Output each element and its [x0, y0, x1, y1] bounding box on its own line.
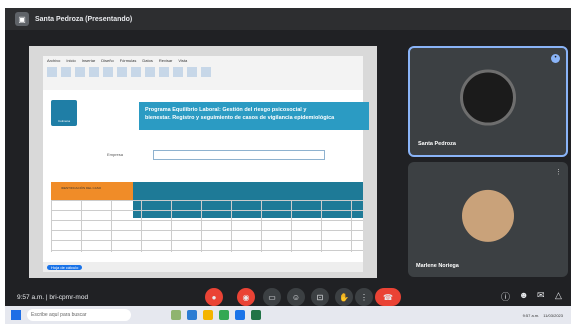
ribbon-tab: Archivo	[47, 58, 61, 63]
sheet-pill: Hoja de cálculo	[47, 264, 83, 270]
meeting-time-code: 9:57 a.m. | bri-cpmr-mod	[17, 293, 89, 301]
presenter-label: Santa Pedroza (Presentando)	[35, 15, 133, 23]
participant-tile[interactable]: ⋮ Marlene Noriega	[408, 162, 568, 277]
tool-icon	[201, 67, 211, 77]
windows-start-icon[interactable]	[11, 310, 21, 320]
excel-ribbon: Archivo Inicio Insertar Diseño Fórmulas …	[43, 56, 363, 91]
tool-icon	[131, 67, 141, 77]
chat-icon[interactable]: ✉	[537, 290, 545, 301]
taskbar-apps	[171, 310, 261, 320]
tool-icon	[47, 67, 57, 77]
band-header: IDENTIFICACIÓN DEL CASO	[61, 186, 102, 190]
tool-icon	[187, 67, 197, 77]
end-call-button[interactable]: ☎	[375, 288, 401, 306]
ribbon-tab: Diseño	[101, 58, 114, 63]
windows-taskbar: Escribe aquí para buscar 9:57 a.m. 11/03…	[5, 306, 571, 324]
company-logo: Colmena	[51, 100, 77, 126]
activities-icon[interactable]: △	[555, 290, 562, 301]
clock-time: 9:57 a.m.	[522, 312, 540, 318]
ribbon-tab: Revisar	[158, 58, 173, 63]
ribbon-tab: Datos	[142, 58, 153, 63]
app-icon[interactable]	[187, 310, 197, 320]
meet-window: ▣ Santa Pedroza (Presentando) Archivo In…	[5, 8, 571, 324]
field-label: Empresa	[107, 152, 124, 157]
emoji-button[interactable]: ☺	[287, 288, 305, 306]
speaking-icon: •	[551, 54, 560, 63]
meeting-code: bri-cpmr-mod	[49, 293, 89, 301]
ribbon-tab: Inicio	[66, 58, 76, 63]
clock-date: 11/03/2023	[543, 312, 563, 318]
participant-tile-presenter[interactable]: • Santa Pedroza	[408, 46, 568, 157]
logo-text: Colmena	[57, 119, 70, 123]
more-button[interactable]: ⋮	[355, 288, 373, 306]
info-icon[interactable]: ⓘ	[501, 290, 510, 303]
banner-line-1: Programa Equilibrio Laboral: Gestión del…	[145, 107, 307, 113]
mic-button[interactable]: ●	[205, 288, 223, 306]
more-options-icon[interactable]: ⋮	[555, 168, 562, 176]
present-button[interactable]: ⊡	[311, 288, 329, 306]
participant-name: Santa Pedroza	[418, 141, 456, 147]
camera-button[interactable]: ◉	[237, 288, 255, 306]
tool-icon	[75, 67, 85, 77]
people-icon[interactable]: ☻	[519, 290, 528, 300]
app-icon[interactable]	[235, 310, 245, 320]
ribbon-tab: Insertar	[81, 58, 96, 63]
tool-icon	[117, 67, 127, 77]
tool-icon	[89, 67, 99, 77]
presentation-icon: ▣	[15, 12, 29, 26]
tool-icon	[159, 67, 169, 77]
taskbar-search[interactable]: Escribe aquí para buscar	[27, 309, 131, 321]
avatar	[462, 189, 514, 242]
tool-icon	[173, 67, 183, 77]
ribbon-tab: Fórmulas	[119, 58, 137, 63]
app-icon[interactable]	[171, 310, 181, 320]
excel-icon[interactable]	[251, 310, 261, 320]
sheet-status-bar: Hoja de cálculo	[43, 262, 363, 272]
banner-line-2: bienestar. Registro y seguimiento de cas…	[145, 115, 335, 121]
shared-screen: Archivo Inicio Insertar Diseño Fórmulas …	[29, 46, 377, 278]
ribbon-tools	[43, 65, 363, 79]
captions-button[interactable]: ▭	[263, 288, 281, 306]
system-tray: 9:57 a.m. 11/03/2023	[523, 313, 563, 318]
ribbon-tab: Vista	[178, 58, 188, 63]
header-band: IDENTIFICACIÓN DEL CASO	[51, 182, 363, 218]
search-placeholder: Escribe aquí para buscar	[31, 312, 87, 318]
raise-hand-button[interactable]: ✋	[335, 288, 353, 306]
field-box	[153, 150, 325, 160]
participant-name: Marlene Noriega	[416, 263, 459, 269]
avatar	[460, 69, 516, 126]
sheet-banner: Programa Equilibrio Laboral: Gestión del…	[139, 102, 369, 130]
ribbon-tabs: Archivo Inicio Insertar Diseño Fórmulas …	[43, 56, 363, 65]
tool-icon	[61, 67, 71, 77]
sheet-grid	[51, 200, 363, 252]
meeting-time: 9:57 a.m.	[17, 293, 45, 301]
chrome-icon[interactable]	[219, 310, 229, 320]
presenter-bar: ▣ Santa Pedroza (Presentando)	[5, 8, 571, 30]
folder-icon[interactable]	[203, 310, 213, 320]
tool-icon	[145, 67, 155, 77]
spreadsheet: Colmena Programa Equilibrio Laboral: Ges…	[43, 90, 369, 262]
tool-icon	[103, 67, 113, 77]
